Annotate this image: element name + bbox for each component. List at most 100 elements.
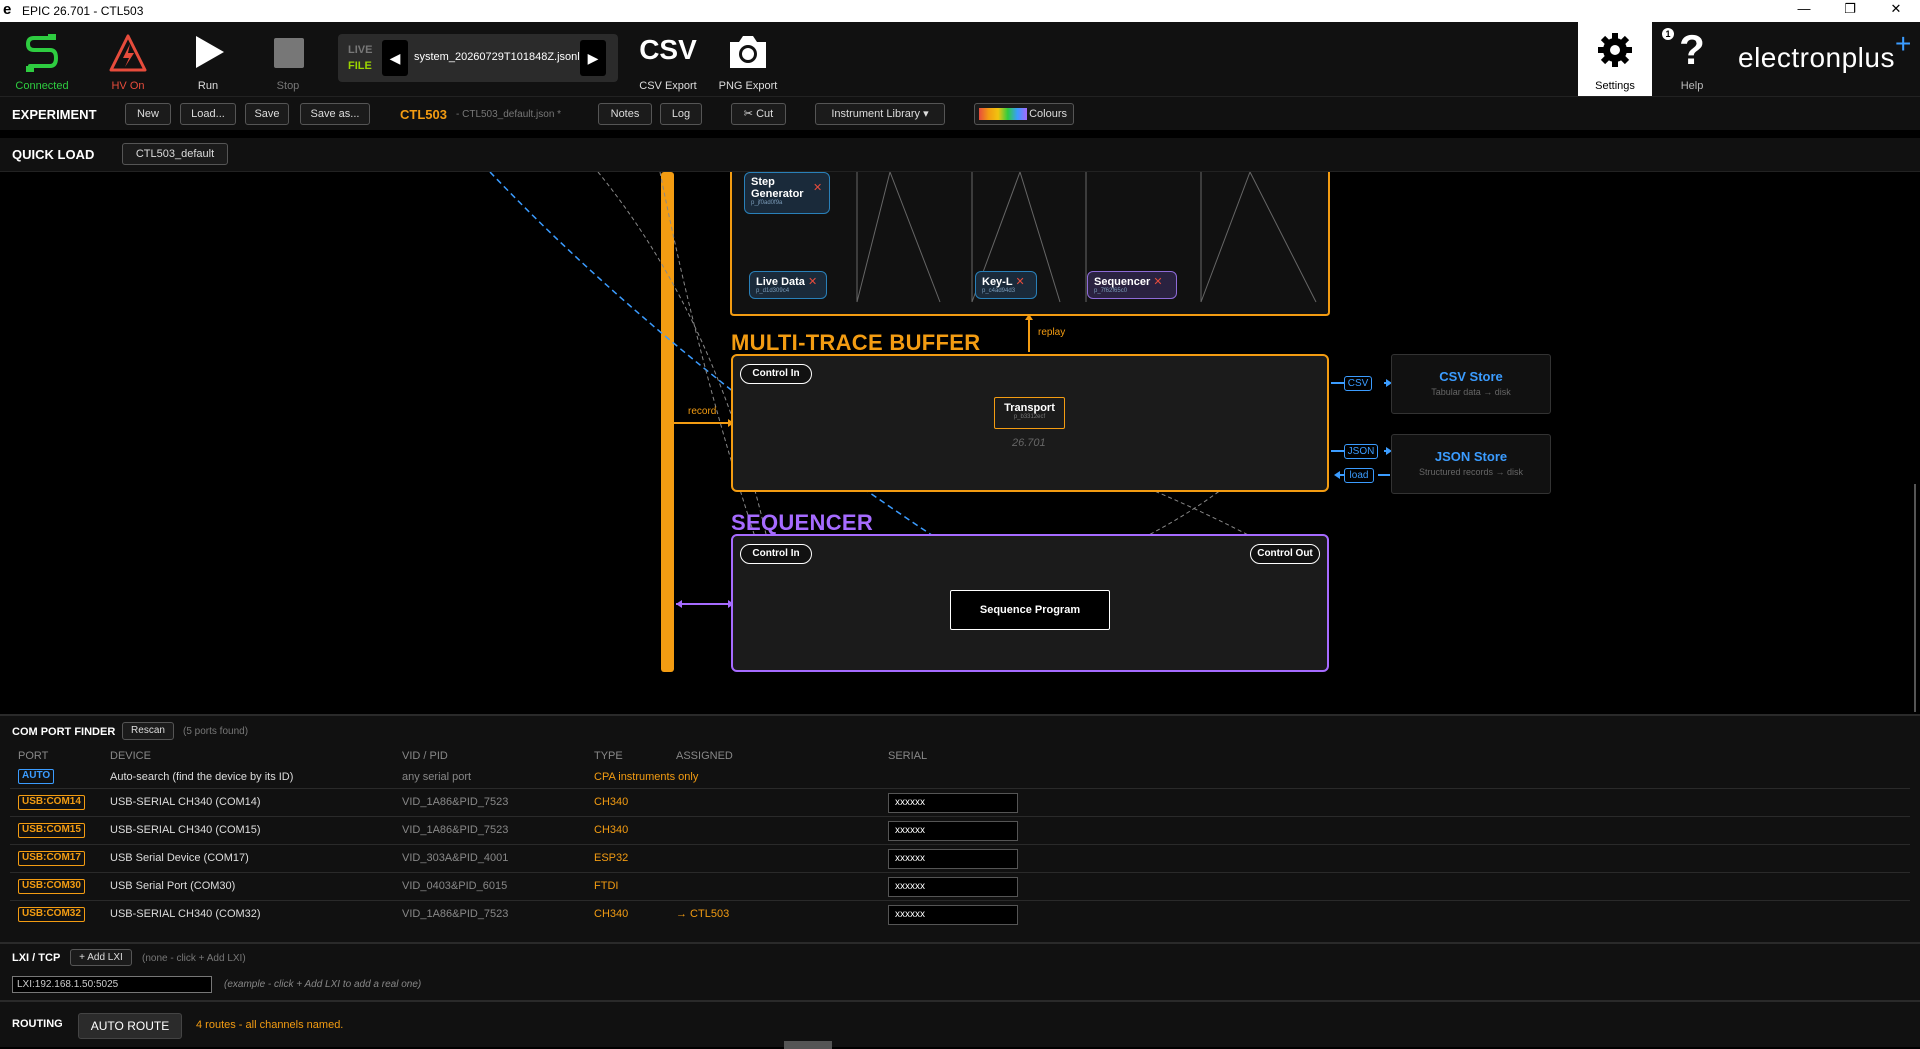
sequence-program-node[interactable]: Sequence Program — [950, 590, 1110, 630]
step-generator-remove-icon[interactable]: ✕ — [813, 181, 822, 194]
port-row[interactable]: USB:COM15 USB-SERIAL CH340 (COM15) VID_1… — [10, 816, 1910, 844]
step-generator-label: Step Generator — [751, 176, 804, 200]
brand-text: electronplus — [1738, 42, 1895, 73]
serial-input[interactable]: xxxxxx — [888, 793, 1018, 813]
add-lxi-button[interactable]: + Add LXI — [70, 949, 132, 966]
next-file-button[interactable]: ▶ — [580, 40, 606, 76]
colours-button[interactable]: Colours — [974, 103, 1074, 125]
colours-label: Colours — [1029, 108, 1067, 120]
serial-input[interactable]: xxxxxx — [888, 877, 1018, 897]
key-l-id: p_c4ad94d3 — [982, 288, 1016, 294]
col-assigned: ASSIGNED — [676, 750, 733, 762]
port-row[interactable]: USB:COM30 USB Serial Port (COM30) VID_04… — [10, 872, 1910, 900]
file-mode-label[interactable]: FILE — [348, 60, 372, 72]
bottom-scroll-handle[interactable] — [784, 1041, 832, 1049]
cut-button[interactable]: ✂ Cut — [731, 103, 786, 125]
port-badge: USB:COM14 — [18, 795, 85, 810]
serial-input[interactable]: xxxxxx — [888, 821, 1018, 841]
notes-button[interactable]: Notes — [598, 103, 652, 125]
key-l-remove-icon[interactable]: ✕ — [1015, 276, 1024, 288]
live-data-remove-icon[interactable]: ✕ — [808, 276, 817, 288]
hv-on-button[interactable]: HV On — [88, 28, 168, 96]
port-type: CH340 — [594, 796, 629, 808]
save-as-button[interactable]: Save as... — [300, 103, 370, 125]
port-vid: VID_1A86&PID_7523 — [402, 824, 509, 836]
com-finder-label: COM PORT FINDER — [12, 726, 116, 738]
col-device: DEVICE — [110, 750, 151, 762]
key-l-chip[interactable]: Key-L ✕ p_c4ad94d3 — [975, 271, 1037, 299]
record-label: record — [688, 406, 717, 417]
mtb-control-in-port[interactable]: Control In — [740, 364, 812, 384]
app-logo: e — [3, 1, 12, 18]
port-type: FTDI — [594, 880, 619, 892]
settings-button[interactable]: Settings — [1578, 22, 1652, 96]
auto-route-button[interactable]: AUTO ROUTE — [78, 1013, 182, 1039]
routing-status: 4 routes - all channels named. — [196, 1019, 344, 1031]
routing-label: ROUTING — [12, 1018, 63, 1030]
seq-control-out-port[interactable]: Control Out — [1250, 544, 1320, 564]
lxi-label: LXI / TCP — [12, 952, 61, 964]
prev-file-button[interactable]: ◀ — [382, 40, 408, 76]
serial-input[interactable]: xxxxxx — [888, 905, 1018, 925]
auto-device: Auto-search (find the device by its ID) — [110, 771, 294, 783]
live-data-id: p_d1d309c4 — [756, 288, 790, 294]
log-button[interactable]: Log — [660, 103, 702, 125]
step-generator-chip[interactable]: Step Generator ✕ p_jf0ad0f9a — [744, 172, 830, 214]
csv-store-title: CSV Store — [1439, 369, 1503, 384]
new-button[interactable]: New — [125, 103, 171, 125]
port-type: CH340 — [594, 824, 629, 836]
load-button[interactable]: Load... — [180, 103, 236, 125]
auto-type: CPA instruments only — [594, 771, 699, 783]
help-button[interactable]: 1 ? Help — [1652, 26, 1732, 96]
sequencer-chip[interactable]: Sequencer ✕ p_7f62f65c0 — [1087, 271, 1177, 299]
current-file-name: system_20260729T101848Z.jsonl — [414, 51, 580, 63]
connected-button[interactable]: Connected — [2, 28, 82, 96]
auto-vid: any serial port — [402, 771, 472, 783]
minimize-button[interactable]: — — [1784, 1, 1824, 21]
experiment-bar: EXPERIMENT New Load... Save Save as... C… — [0, 96, 1920, 130]
auto-row[interactable]: AUTO Auto-search (find the device by its… — [10, 764, 1910, 788]
live-mode-label[interactable]: LIVE — [348, 44, 372, 56]
live-data-chip[interactable]: Live Data ✕ p_d1d309c4 — [749, 271, 827, 299]
flow-canvas[interactable]: Step Generator ✕ p_jf0ad0f9a Live Data ✕… — [0, 172, 1920, 712]
stop-button[interactable]: Stop — [248, 28, 328, 96]
close-button[interactable]: ✕ — [1876, 1, 1916, 21]
seq-control-in-port[interactable]: Control In — [740, 544, 812, 564]
port-device: USB-SERIAL CH340 (COM14) — [110, 796, 261, 808]
csv-store-block[interactable]: CSV Store Tabular data → disk — [1391, 354, 1551, 414]
rescan-button[interactable]: Rescan — [122, 722, 174, 740]
sequencer-chip-remove-icon[interactable]: ✕ — [1153, 276, 1162, 288]
quick-load-item[interactable]: CTL503_default — [122, 143, 228, 165]
window-title: EPIC 26.701 - CTL503 — [22, 4, 144, 18]
port-row[interactable]: USB:COM17 USB Serial Device (COM17) VID_… — [10, 844, 1910, 872]
save-button[interactable]: Save — [245, 103, 289, 125]
restore-button[interactable]: ❐ — [1830, 1, 1870, 21]
port-badge: USB:COM15 — [18, 823, 85, 838]
run-button[interactable]: Run — [168, 28, 248, 96]
port-device: USB-SERIAL CH340 (COM15) — [110, 824, 261, 836]
json-store-sub: Structured records → disk — [1418, 467, 1524, 477]
canvas-scrollbar[interactable] — [1914, 484, 1916, 712]
port-badge: USB:COM32 — [18, 907, 85, 922]
port-vid: VID_1A86&PID_7523 — [402, 908, 509, 920]
col-serial: SERIAL — [888, 750, 928, 762]
window-titlebar: e EPIC 26.701 - CTL503 — ❐ ✕ — [0, 0, 1920, 22]
key-l-label: Key-L — [982, 276, 1013, 288]
experiment-name: CTL503 — [400, 107, 447, 122]
port-row[interactable]: USB:COM14 USB-SERIAL CH340 (COM14) VID_1… — [10, 788, 1910, 816]
routing-section: ROUTING AUTO ROUTE 4 routes - all channe… — [0, 1000, 1920, 1049]
csv-export-button[interactable]: CSV CSV Export — [628, 28, 708, 96]
json-tag: JSON — [1344, 444, 1378, 459]
png-export-button[interactable]: PNG Export — [708, 28, 788, 96]
transport-node[interactable]: Transport p_b3312ecf — [994, 397, 1065, 429]
brand-logo: electronplus+ — [1738, 28, 1912, 74]
port-row[interactable]: USB:COM32 USB-SERIAL CH340 (COM32) VID_1… — [10, 900, 1910, 928]
json-store-block[interactable]: JSON Store Structured records → disk — [1391, 434, 1551, 494]
quick-load-bar: QUICK LOAD CTL503_default — [0, 138, 1920, 172]
port-type: CH340 — [594, 908, 629, 920]
main-toolbar: Connected HV On Run Stop LIVE FILE ◀ sys… — [0, 22, 1920, 96]
serial-input[interactable]: xxxxxx — [888, 849, 1018, 869]
instrument-library-dropdown[interactable]: Instrument Library ▾ — [815, 103, 945, 125]
lxi-address-input[interactable]: LXI:192.168.1.50:5025 — [12, 976, 212, 993]
csv-store-sub: Tabular data → disk — [1431, 387, 1511, 397]
